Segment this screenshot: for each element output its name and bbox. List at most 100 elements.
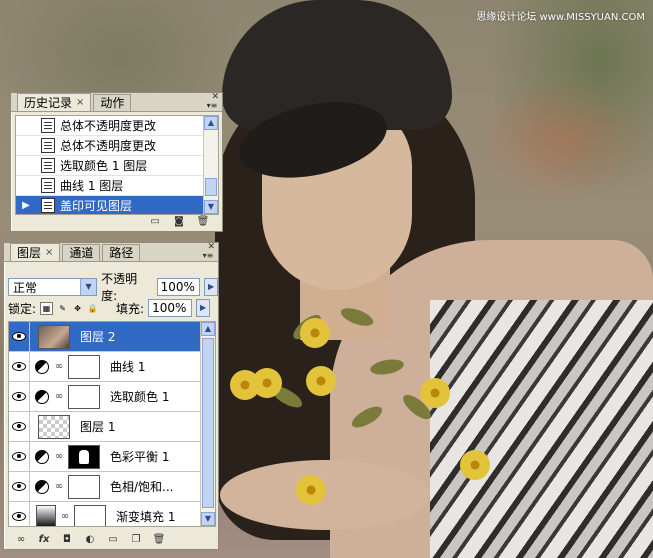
tab-layers-label: 图层 bbox=[17, 245, 42, 260]
history-item[interactable]: 总体不透明度更改 bbox=[16, 116, 218, 136]
layer-thumbnail bbox=[38, 414, 70, 439]
history-item-label: 总体不透明度更改 bbox=[60, 139, 157, 153]
scroll-down-icon[interactable]: ▼ bbox=[201, 512, 215, 526]
layer-name: 色彩平衡 1 bbox=[110, 450, 170, 464]
close-icon[interactable]: × bbox=[76, 95, 84, 111]
blend-mode-value: 正常 bbox=[13, 280, 38, 295]
history-brush-slot[interactable] bbox=[16, 156, 36, 175]
adjustment-layer-icon bbox=[35, 359, 49, 374]
layers-scrollbar[interactable]: ▲ ▼ bbox=[200, 322, 215, 526]
history-list: 总体不透明度更改 总体不透明度更改 选取颜色 1 图层 曲线 1 图层 ▶ 盖印… bbox=[15, 115, 219, 215]
layer-name: 渐变填充 1 bbox=[116, 510, 176, 524]
layer-row[interactable]: 图层 1 bbox=[9, 412, 215, 442]
link-icon[interactable]: ∞ bbox=[54, 361, 64, 372]
layer-name: 色相/饱和... bbox=[110, 480, 174, 494]
tab-history[interactable]: 历史记录 × bbox=[17, 93, 92, 111]
visibility-eye-icon[interactable] bbox=[9, 472, 30, 501]
history-brush-slot[interactable] bbox=[16, 176, 36, 195]
close-icon[interactable]: × bbox=[45, 245, 53, 261]
layers-panel: 图层 × 通道 路径 ✕ ▾≡ 正常 ▼ 不透明度: 100% ▶ 锁定: ▦ … bbox=[3, 242, 219, 550]
visibility-eye-icon[interactable] bbox=[9, 442, 30, 471]
layer-row[interactable]: ∞ 选取颜色 1 bbox=[9, 382, 215, 412]
history-item-label: 曲线 1 图层 bbox=[60, 179, 124, 193]
lock-transparency-icon[interactable]: ▦ bbox=[40, 301, 54, 315]
tab-actions-label: 动作 bbox=[100, 96, 125, 110]
history-footer: ▭ ◙ 🗑 bbox=[11, 213, 222, 231]
lock-fill-row: 锁定: ▦ ✎ ✥ 🔒 填充: 100% ▶ bbox=[8, 299, 211, 317]
layer-name: 图层 1 bbox=[80, 420, 116, 434]
history-item-label: 盖印可见图层 bbox=[60, 199, 133, 213]
link-layers-icon[interactable]: ∞ bbox=[14, 534, 28, 546]
chevron-down-icon[interactable]: ▼ bbox=[80, 279, 97, 295]
adjustment-layer-icon bbox=[35, 479, 49, 494]
fill-slider-arrow-icon[interactable]: ▶ bbox=[196, 299, 211, 317]
layer-name: 曲线 1 bbox=[110, 360, 146, 374]
scroll-down-icon[interactable]: ▼ bbox=[204, 200, 218, 214]
layer-mask-thumbnail bbox=[68, 354, 100, 379]
layer-mask-thumbnail bbox=[68, 444, 100, 469]
history-tabbar: 历史记录 × 动作 ✕ ▾≡ bbox=[11, 92, 222, 112]
visibility-eye-icon[interactable] bbox=[9, 502, 30, 526]
link-icon[interactable]: ∞ bbox=[60, 511, 70, 522]
visibility-eye-icon[interactable] bbox=[9, 412, 30, 441]
history-scrollbar[interactable]: ▲ ▼ bbox=[203, 116, 218, 214]
scroll-thumb[interactable] bbox=[202, 338, 214, 508]
layer-row[interactable]: ∞ 渐变填充 1 bbox=[9, 502, 215, 526]
tab-layers[interactable]: 图层 × bbox=[10, 243, 61, 261]
history-brush-slot[interactable] bbox=[16, 136, 36, 155]
layer-row[interactable]: ∞ 色彩平衡 1 bbox=[9, 442, 215, 472]
opacity-slider-arrow-icon[interactable]: ▶ bbox=[204, 278, 219, 296]
panel-menu-icon[interactable]: ▾≡ bbox=[202, 251, 214, 261]
layer-name: 图层 2 bbox=[80, 330, 116, 344]
tab-actions[interactable]: 动作 bbox=[93, 94, 132, 111]
lock-pixels-icon[interactable]: ✎ bbox=[57, 303, 68, 314]
visibility-eye-icon[interactable] bbox=[9, 352, 30, 381]
history-item[interactable]: 选取颜色 1 图层 bbox=[16, 156, 218, 176]
history-item-label: 总体不透明度更改 bbox=[60, 119, 157, 133]
trash-icon[interactable]: 🗑 bbox=[152, 534, 166, 546]
adjustment-layer-icon bbox=[35, 389, 49, 404]
scroll-up-icon[interactable]: ▲ bbox=[201, 322, 215, 336]
layer-row[interactable]: ∞ 色相/饱和... bbox=[9, 472, 215, 502]
opacity-input[interactable]: 100% bbox=[156, 278, 201, 296]
link-icon[interactable]: ∞ bbox=[54, 391, 64, 402]
visibility-eye-icon[interactable] bbox=[9, 382, 30, 411]
new-layer-icon[interactable]: ❐ bbox=[129, 534, 143, 546]
link-icon[interactable]: ∞ bbox=[54, 451, 64, 462]
photo-flowers bbox=[230, 300, 490, 510]
panel-menu-icon[interactable]: ▾≡ bbox=[206, 101, 218, 111]
gradient-thumbnail bbox=[36, 504, 56, 526]
folder-icon[interactable]: ▭ bbox=[106, 534, 120, 546]
fill-input[interactable]: 100% bbox=[148, 299, 193, 317]
layer-thumbnail bbox=[38, 324, 70, 349]
add-mask-icon[interactable]: ◘ bbox=[60, 534, 74, 546]
link-icon[interactable]: ∞ bbox=[54, 481, 64, 492]
adjustment-layer-icon[interactable]: ◐ bbox=[83, 534, 97, 546]
tab-channels[interactable]: 通道 bbox=[62, 244, 101, 261]
layer-row-selected[interactable]: 图层 2 bbox=[9, 322, 215, 352]
adjustment-layer-icon bbox=[35, 449, 49, 464]
visibility-eye-icon[interactable] bbox=[9, 322, 30, 351]
layer-row[interactable]: ∞ 曲线 1 bbox=[9, 352, 215, 382]
history-panel: 历史记录 × 动作 ✕ ▾≡ 总体不透明度更改 总体不透明度更改 选取颜色 1 … bbox=[10, 92, 223, 232]
camera-icon[interactable]: ◙ bbox=[172, 216, 186, 228]
tab-paths[interactable]: 路径 bbox=[102, 244, 141, 261]
history-item[interactable]: 总体不透明度更改 bbox=[16, 136, 218, 156]
blend-mode-select[interactable]: 正常 ▼ bbox=[8, 278, 98, 296]
history-state-icon bbox=[41, 178, 55, 193]
layers-tabbar: 图层 × 通道 路径 ✕ ▾≡ bbox=[4, 242, 218, 262]
scroll-thumb[interactable] bbox=[205, 178, 217, 196]
history-state-icon bbox=[41, 158, 55, 173]
fx-icon[interactable]: fx bbox=[37, 534, 51, 546]
history-state-icon bbox=[41, 118, 55, 133]
layer-mask-thumbnail bbox=[68, 384, 100, 409]
trash-icon[interactable]: 🗑 bbox=[196, 216, 210, 228]
scroll-up-icon[interactable]: ▲ bbox=[204, 116, 218, 130]
history-item-label: 选取颜色 1 图层 bbox=[60, 159, 148, 173]
lock-position-icon[interactable]: ✥ bbox=[72, 303, 83, 314]
history-brush-slot[interactable] bbox=[16, 116, 36, 135]
new-document-icon[interactable]: ▭ bbox=[148, 216, 162, 228]
lock-label: 锁定: bbox=[8, 301, 37, 316]
history-item[interactable]: 曲线 1 图层 bbox=[16, 176, 218, 196]
lock-all-icon[interactable]: 🔒 bbox=[87, 303, 98, 314]
